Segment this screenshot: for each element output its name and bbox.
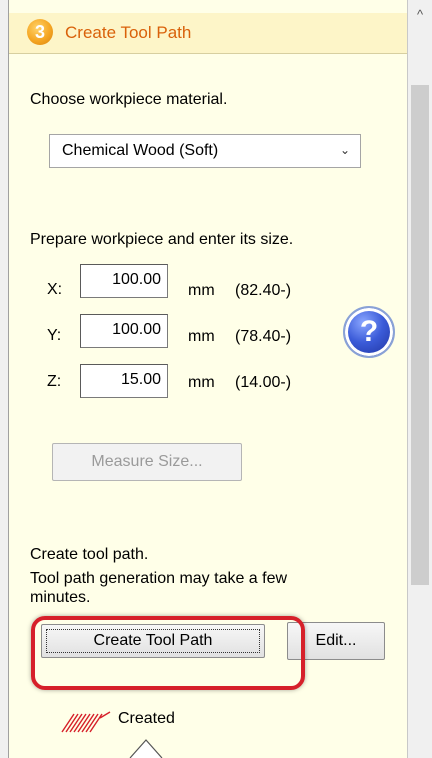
size-z-range: (14.00-) xyxy=(235,374,292,391)
measure-size-button[interactable]: Measure Size... xyxy=(52,443,242,481)
size-z-unit: mm xyxy=(188,374,215,391)
chevron-down-icon: ⌄ xyxy=(339,143,350,157)
axis-x-label: X: xyxy=(47,281,63,298)
size-x-value: 100.00 xyxy=(112,271,161,288)
material-selected-value: Chemical Wood (Soft) xyxy=(62,142,219,159)
size-y-unit: mm xyxy=(188,328,215,345)
size-x-unit: mm xyxy=(188,282,215,299)
step-title: Create Tool Path xyxy=(65,23,192,42)
size-x-range: (82.40-) xyxy=(235,282,292,299)
material-select[interactable]: Chemical Wood (Soft) ⌄ xyxy=(49,134,361,168)
scrollbar-thumb[interactable] xyxy=(411,85,429,585)
step-number-badge: 3 xyxy=(27,19,53,45)
size-label: Prepare workpiece and enter its size. xyxy=(30,231,294,248)
size-y-range: (78.40-) xyxy=(235,328,292,345)
axis-z-label: Z: xyxy=(47,373,62,390)
toolpath-note-line1: Tool path generation may take a few xyxy=(30,570,288,587)
size-y-value: 100.00 xyxy=(112,321,161,338)
size-z-input[interactable]: 15.00 xyxy=(80,364,168,398)
window-left-border xyxy=(0,0,9,758)
vertical-scrollbar[interactable]: ^ xyxy=(408,0,432,758)
toolpath-note-line2: minutes. xyxy=(30,589,91,606)
size-x-input[interactable]: 100.00 xyxy=(80,264,168,298)
pointer-arrow-icon xyxy=(129,739,163,758)
step-header: 3 Create Tool Path xyxy=(9,13,407,54)
material-label: Choose workpiece material. xyxy=(30,91,228,108)
size-y-input[interactable]: 100.00 xyxy=(80,314,168,348)
toolpath-status-icon xyxy=(61,711,111,733)
axis-y-label: Y: xyxy=(47,327,62,344)
size-z-value: 15.00 xyxy=(120,371,161,388)
chevron-up-icon[interactable]: ^ xyxy=(408,0,432,30)
toolpath-status: Created xyxy=(118,710,175,727)
help-icon[interactable]: ? xyxy=(343,306,395,358)
callout-highlight xyxy=(31,616,305,690)
toolpath-label: Create tool path. xyxy=(30,546,149,563)
